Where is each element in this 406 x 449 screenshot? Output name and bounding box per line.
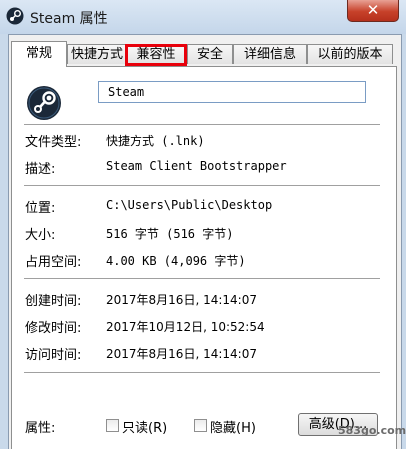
divider [24,124,380,125]
readonly-checkbox-box[interactable] [106,419,119,432]
hidden-checkbox-label[interactable]: 隐藏(H) [210,417,256,436]
file-type-label: 文件类型: [25,135,82,150]
divider [24,185,380,186]
created-value: 2017年8月16日, 14:14:07 [106,293,257,307]
close-button[interactable]: ✕ [347,0,399,22]
modified-value: 2017年10月12日, 10:52:54 [106,320,265,334]
size-label: 大小: [25,228,56,243]
steam-app-icon [27,86,61,120]
name-field[interactable]: Steam [98,81,366,103]
window-title: Steam 属性 [30,11,108,27]
tab-shortcut[interactable]: 快捷方式 [67,44,127,64]
divider [24,372,380,373]
tab-strip: 常规 快捷方式 兼容性 安全 详细信息 以前的版本 [11,41,399,67]
title-bar: Steam 属性 ✕ [0,0,406,34]
created-label: 创建时间: [25,294,82,309]
general-panel: Steam 文件类型: 快捷方式 (.lnk) 描述: Steam Client… [11,66,397,449]
file-type-value: 快捷方式 (.lnk) [106,134,205,148]
accessed-label: 访问时间: [25,348,82,363]
tab-general[interactable]: 常规 [11,41,67,67]
location-value: C:\Users\Public\Desktop [106,198,273,212]
steam-logo-icon [6,7,24,25]
disk-size-value: 4.00 KB (4,096 字节) [106,254,246,268]
accessed-value: 2017年8月16日, 14:14:07 [106,347,257,361]
properties-dialog: 常规 快捷方式 兼容性 安全 详细信息 以前的版本 Steam 文件类型: 快捷… [8,34,402,449]
disk-size-label: 占用空间: [25,255,82,270]
readonly-checkbox-label[interactable]: 只读(R) [122,417,167,436]
tab-security[interactable]: 安全 [187,44,233,64]
size-value: 516 字节 (516 字节) [106,227,234,241]
tab-compatibility[interactable]: 兼容性 [125,44,187,66]
attributes-label: 属性: [25,421,56,436]
description-label: 描述: [25,162,56,177]
watermark: 583go.com [338,424,406,437]
modified-label: 修改时间: [25,321,82,336]
location-label: 位置: [25,201,56,216]
tab-previous-versions[interactable]: 以前的版本 [307,44,393,64]
hidden-checkbox-box[interactable] [194,419,207,432]
tab-details[interactable]: 详细信息 [233,44,307,64]
divider [24,278,380,279]
description-value: Steam Client Bootstrapper [106,159,287,173]
